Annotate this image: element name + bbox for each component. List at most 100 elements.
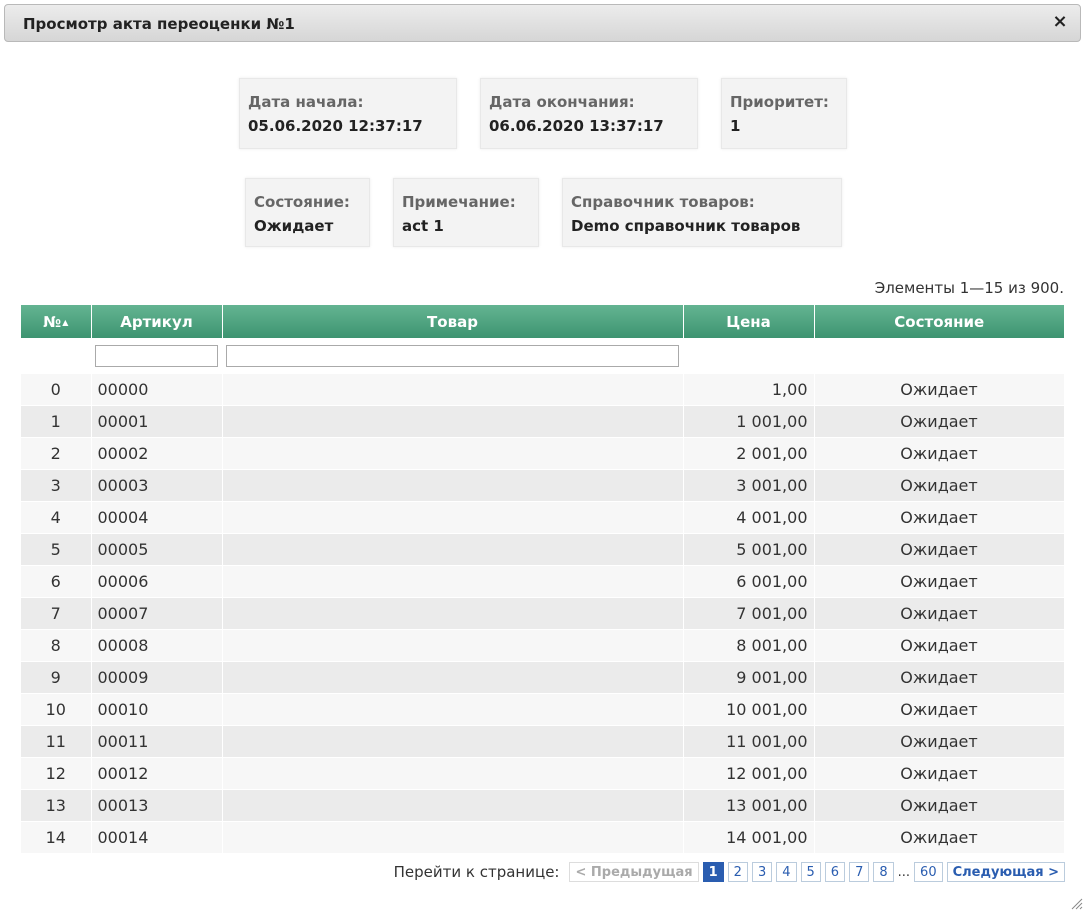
page-button[interactable]: 4 [776,862,797,882]
table-row[interactable]: 7 00007 7 001,00 Ожидает [21,597,1065,630]
prev-page-button[interactable]: < Предыдущая [569,862,699,882]
table-row[interactable]: 5 00005 5 001,00 Ожидает [21,533,1065,566]
cell-product [222,821,684,854]
table-row[interactable]: 9 00009 9 001,00 Ожидает [21,661,1065,694]
cell-article: 00006 [91,565,223,598]
page-button-last[interactable]: 60 [914,862,943,882]
cell-state: Ожидает [814,725,1065,758]
cell-article: 00014 [91,821,223,854]
pagination: Перейти к странице: < Предыдущая 1234567… [394,861,1065,883]
page-button[interactable]: 1 [702,862,724,882]
table-row[interactable]: 4 00004 4 001,00 Ожидает [21,501,1065,534]
cell-num: 6 [21,565,92,598]
column-header-product[interactable]: Товар [222,305,684,338]
cell-num: 13 [21,789,92,822]
cell-state: Ожидает [814,437,1065,470]
cell-article: 00003 [91,469,223,502]
cell-state: Ожидает [814,533,1065,566]
next-page-button[interactable]: Следующая > [946,862,1065,882]
table-row[interactable]: 0 00000 1,00 Ожидает [21,374,1065,406]
products-table: №▲ Артикул Товар Цена Состояние 0 00000 1,… [21,305,1065,854]
table-header-row: №▲ Артикул Товар Цена Состояние [21,305,1064,338]
article-filter-input[interactable] [95,345,218,367]
page-button[interactable]: 5 [800,862,821,882]
cell-num: 12 [21,757,92,790]
card-start-date: Дата начала: 05.06.2020 12:37:17 [239,78,457,149]
card-label: Состояние: [254,193,350,211]
cell-state: Ожидает [814,597,1065,630]
filter-cell-empty [21,338,91,374]
close-icon[interactable]: × [1050,12,1070,32]
cell-product [222,693,684,726]
card-value: 06.06.2020 13:37:17 [489,117,664,135]
cell-article: 00005 [91,533,223,566]
cell-price: 2 001,00 [683,437,815,470]
cell-product [222,725,684,758]
cell-state: Ожидает [814,405,1065,438]
card-value: 05.06.2020 12:37:17 [248,117,423,135]
filter-cell-article [91,338,222,374]
cell-product [222,629,684,662]
cell-price: 1 001,00 [683,405,815,438]
filter-cell-empty [814,338,1064,374]
cell-num: 1 [21,405,92,438]
cell-product [222,469,684,502]
dialog-titlebar: Просмотр акта переоценки №1 × [4,4,1081,42]
table-row[interactable]: 10 00010 10 001,00 Ожидает [21,693,1065,726]
cell-article: 00002 [91,437,223,470]
cell-num: 14 [21,821,92,854]
table-row[interactable]: 8 00008 8 001,00 Ожидает [21,629,1065,662]
card-value: act 1 [402,217,444,235]
page-button[interactable]: 8 [873,862,894,882]
resize-handle-icon[interactable] [1069,896,1083,910]
table-row[interactable]: 11 00011 11 001,00 Ожидает [21,725,1065,758]
product-filter-input[interactable] [226,345,679,367]
table-row[interactable]: 14 00014 14 001,00 Ожидает [21,821,1065,854]
table-row[interactable]: 6 00006 6 001,00 Ожидает [21,565,1065,598]
cell-price: 8 001,00 [683,629,815,662]
cell-state: Ожидает [814,565,1065,598]
cell-price: 1,00 [683,374,815,406]
items-summary: Элементы 1—15 из 900. [874,279,1064,297]
column-header-label: № [43,312,62,331]
page-button[interactable]: 6 [824,862,846,882]
card-value: 1 [730,117,741,135]
card-label: Дата начала: [248,93,364,111]
cell-article: 00007 [91,597,223,630]
cell-product [222,565,684,598]
cell-state: Ожидает [814,821,1065,854]
cell-price: 10 001,00 [683,693,815,726]
cell-state: Ожидает [814,374,1065,406]
page-ellipsis: ... [897,864,911,880]
cell-state: Ожидает [814,789,1065,822]
cell-price: 11 001,00 [683,725,815,758]
cell-product [222,437,684,470]
column-header-price[interactable]: Цена [683,305,815,338]
cell-state: Ожидает [814,629,1065,662]
table-row[interactable]: 3 00003 3 001,00 Ожидает [21,469,1065,502]
cell-num: 7 [21,597,92,630]
page-button[interactable]: 2 [727,862,748,882]
cell-price: 3 001,00 [683,469,815,502]
cell-price: 9 001,00 [683,661,815,694]
page-button[interactable]: 3 [751,862,773,882]
table-row[interactable]: 12 00012 12 001,00 Ожидает [21,757,1065,790]
cell-price: 13 001,00 [683,789,815,822]
card-state: Состояние: Ожидает [245,178,370,247]
cell-num: 4 [21,501,92,534]
column-header-num[interactable]: №▲ [21,305,92,338]
table-row[interactable]: 13 00013 13 001,00 Ожидает [21,789,1065,822]
card-value: Demo справочник товаров [571,217,801,235]
sort-asc-icon: ▲ [62,317,69,327]
cell-article: 00001 [91,405,223,438]
page-button[interactable]: 7 [849,862,870,882]
cell-product [222,789,684,822]
table-row[interactable]: 2 00002 2 001,00 Ожидает [21,437,1065,470]
cell-article: 00000 [91,374,223,406]
card-label: Примечание: [402,193,516,211]
table-row[interactable]: 1 00001 1 001,00 Ожидает [21,405,1065,438]
cell-state: Ожидает [814,661,1065,694]
column-header-state[interactable]: Состояние [814,305,1064,338]
cell-price: 6 001,00 [683,565,815,598]
column-header-article[interactable]: Артикул [91,305,223,338]
